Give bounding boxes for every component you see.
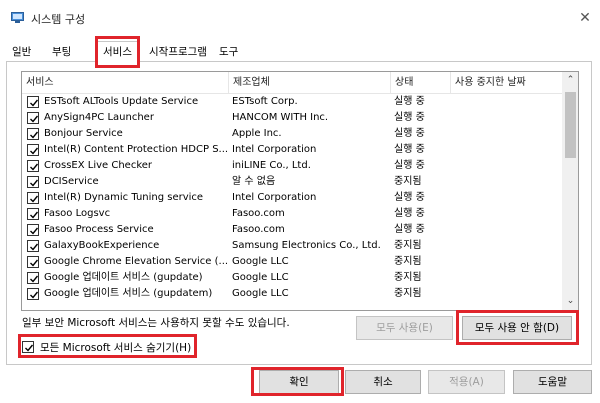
- service-checkbox[interactable]: [27, 128, 39, 140]
- service-status-cell: 실행 중: [394, 160, 425, 171]
- service-maker-cell: Fasoo.com: [232, 208, 285, 219]
- service-maker-cell: Google LLC: [232, 256, 289, 267]
- service-maker-cell: Apple Inc.: [232, 128, 282, 139]
- table-row[interactable]: Bonjour Service Apple Inc. 실행 중: [22, 126, 562, 142]
- service-name-cell: ESTsoft ALTools Update Service: [44, 96, 199, 107]
- service-name-cell: CrossEX Live Checker: [44, 160, 153, 171]
- service-name-cell: Fasoo Logsvc: [44, 208, 111, 219]
- table-row[interactable]: CrossEX Live Checker iniLINE Co., Ltd. 실행 …: [22, 158, 562, 174]
- service-name-cell: Intel(R) Content Protection HDCP S...: [44, 144, 228, 155]
- table-row[interactable]: GalaxyBookExperience Samsung Electronics …: [22, 238, 562, 254]
- list-header: 서비스 제조업체 상태 사용 중지한 날짜: [22, 72, 562, 94]
- table-row[interactable]: Google 업데이트 서비스 (gupdate) Google LLC 중지됨: [22, 270, 562, 286]
- table-row[interactable]: DCIService 알 수 없음 중지됨: [22, 174, 562, 190]
- service-checkbox[interactable]: [27, 96, 39, 108]
- service-status-cell: 중지됨: [394, 288, 422, 299]
- scroll-down-icon[interactable]: ⌄: [562, 293, 578, 310]
- service-checkbox[interactable]: [27, 192, 39, 204]
- service-status-cell: 중지됨: [394, 256, 422, 267]
- service-status-cell: 실행 중: [394, 224, 425, 235]
- service-checkbox[interactable]: [27, 240, 39, 252]
- service-status-cell: 실행 중: [394, 96, 425, 107]
- tab-startup[interactable]: 시작프로그램: [143, 44, 213, 61]
- scroll-thumb[interactable]: [565, 92, 576, 158]
- service-maker-cell: 알 수 없음: [232, 176, 276, 187]
- hide-ms-services-checkbox[interactable]: [22, 341, 34, 353]
- service-status-cell: 중지됨: [394, 176, 422, 187]
- service-maker-cell: Intel Corporation: [232, 144, 317, 155]
- hide-ms-services-label: 모든 Microsoft 서비스 숨기기(H): [40, 342, 192, 354]
- system-config-icon: [11, 12, 24, 23]
- service-maker-cell: Intel Corporation: [232, 192, 317, 203]
- column-header-disabled-date[interactable]: 사용 중지한 날짜: [451, 72, 562, 94]
- tab-tools[interactable]: 도구: [213, 44, 244, 61]
- close-icon[interactable]: ✕: [574, 7, 596, 29]
- table-row[interactable]: Fasoo Process Service Fasoo.com 실행 중: [22, 222, 562, 238]
- help-button[interactable]: 도움말: [513, 370, 592, 394]
- service-checkbox[interactable]: [27, 160, 39, 172]
- service-name-cell: DCIService: [44, 176, 99, 187]
- service-status-cell: 실행 중: [394, 208, 425, 219]
- table-row[interactable]: Intel(R) Content Protection HDCP S... Int…: [22, 142, 562, 158]
- window-title: 시스템 구성: [31, 13, 86, 26]
- service-checkbox[interactable]: [27, 112, 39, 124]
- service-checkbox[interactable]: [27, 176, 39, 188]
- tab-general[interactable]: 일반: [6, 44, 37, 61]
- service-name-cell: Google 업데이트 서비스 (gupdatem): [44, 288, 213, 299]
- service-checkbox[interactable]: [27, 208, 39, 220]
- service-maker-cell: Fasoo.com: [232, 224, 285, 235]
- tab-services[interactable]: 서비스: [96, 41, 139, 63]
- title-bar: 시스템 구성 ✕: [0, 0, 600, 34]
- service-name-cell: AnySign4PC Launcher: [44, 112, 154, 123]
- service-status-cell: 실행 중: [394, 128, 425, 139]
- service-status-cell: 중지됨: [394, 272, 422, 283]
- security-note: 일부 보안 Microsoft 서비스는 사용하지 못할 수도 있습니다.: [22, 317, 290, 329]
- service-maker-cell: ESTsoft Corp.: [232, 96, 298, 107]
- service-checkbox[interactable]: [27, 288, 39, 300]
- table-row[interactable]: ESTsoft ALTools Update Service ESTsoft Co…: [22, 94, 562, 110]
- service-name-cell: Google Chrome Elevation Service (...: [44, 256, 228, 267]
- service-checkbox[interactable]: [27, 272, 39, 284]
- cancel-button[interactable]: 취소: [345, 370, 421, 394]
- tab-boot[interactable]: 부팅: [46, 44, 77, 61]
- vertical-scrollbar[interactable]: ⌃ ⌄: [562, 72, 578, 310]
- service-name-cell: Bonjour Service: [44, 128, 123, 139]
- table-row[interactable]: Intel(R) Dynamic Tuning service Intel Cor…: [22, 190, 562, 206]
- services-list[interactable]: 서비스 제조업체 상태 사용 중지한 날짜 ESTsoft ALTools Up…: [21, 71, 579, 311]
- service-status-cell: 실행 중: [394, 112, 425, 123]
- service-status-cell: 실행 중: [394, 192, 425, 203]
- service-name-cell: Google 업데이트 서비스 (gupdate): [44, 272, 203, 283]
- service-maker-cell: iniLINE Co., Ltd.: [232, 160, 311, 171]
- column-header-status[interactable]: 상태: [391, 72, 451, 94]
- table-row[interactable]: Google Chrome Elevation Service (... Goog…: [22, 254, 562, 270]
- table-row[interactable]: Google 업데이트 서비스 (gupdatem) Google LLC 중지됨: [22, 286, 562, 302]
- ok-button[interactable]: 확인: [259, 370, 339, 394]
- apply-button[interactable]: 적용(A): [428, 370, 505, 394]
- service-status-cell: 실행 중: [394, 144, 425, 155]
- column-header-manufacturer[interactable]: 제조업체: [229, 72, 391, 94]
- table-row[interactable]: AnySign4PC Launcher HANCOM WITH Inc. 실행 중: [22, 110, 562, 126]
- table-row[interactable]: Fasoo Logsvc Fasoo.com 실행 중: [22, 206, 562, 222]
- service-maker-cell: Google LLC: [232, 288, 289, 299]
- service-checkbox[interactable]: [27, 144, 39, 156]
- column-header-service[interactable]: 서비스: [22, 72, 229, 94]
- service-name-cell: Intel(R) Dynamic Tuning service: [44, 192, 204, 203]
- service-maker-cell: Google LLC: [232, 272, 289, 283]
- service-name-cell: GalaxyBookExperience: [44, 240, 160, 251]
- service-name-cell: Fasoo Process Service: [44, 224, 154, 235]
- disable-all-button[interactable]: 모두 사용 안 함(D): [462, 316, 572, 340]
- scroll-up-icon[interactable]: ⌃: [562, 72, 578, 89]
- service-checkbox[interactable]: [27, 256, 39, 268]
- enable-all-button[interactable]: 모두 사용(E): [356, 316, 453, 340]
- service-maker-cell: HANCOM WITH Inc.: [232, 112, 329, 123]
- service-status-cell: 중지됨: [394, 240, 422, 251]
- service-maker-cell: Samsung Electronics Co., Ltd.: [232, 240, 381, 251]
- service-checkbox[interactable]: [27, 224, 39, 236]
